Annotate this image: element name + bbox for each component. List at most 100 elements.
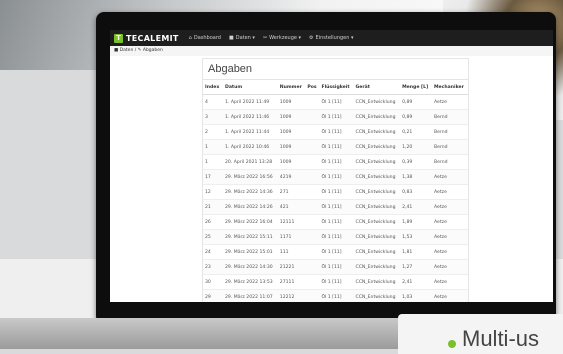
cell-fluessigkeit: Öl 1 [11] xyxy=(319,229,354,245)
cell-index: 29 xyxy=(203,289,223,302)
cell-mechaniker: Aetze xyxy=(431,199,468,215)
col-header-menge[interactable]: Menge [L] xyxy=(400,80,432,95)
col-header-mechaniker[interactable]: Mechaniker xyxy=(431,80,468,95)
cell-index: 1 xyxy=(203,139,223,155)
cell-fluessigkeit: Öl 1 [11] xyxy=(319,259,354,275)
col-header-index[interactable]: Index xyxy=(203,80,223,95)
table-row[interactable]: 3 1. April 2022 11:46 1009 Öl 1 [11] CCN_Ent… xyxy=(203,109,468,125)
cell-nummer: 1009 xyxy=(277,124,306,140)
cell-fluessigkeit: Öl 1 [11] xyxy=(319,214,354,230)
cell-nummer: 1009 xyxy=(277,154,306,170)
brand-logo-icon[interactable]: T xyxy=(114,33,123,43)
cell-fluessigkeit: Öl 1 [11] xyxy=(319,124,354,140)
cell-mechaniker: Bernd xyxy=(431,154,468,170)
cell-menge: 0,89 xyxy=(400,94,432,110)
table-body: 4 1. April 2022 11:49 1009 Öl 1 [11] CCN_Ent… xyxy=(203,94,468,302)
table-row[interactable]: 30 29. März 2022 13:53 27111 Öl 1 [11] CCN_E… xyxy=(203,274,468,290)
breadcrumb[interactable]: ■ Daten / ✎ Abgaben xyxy=(110,46,553,56)
nav-dashboard[interactable]: ⌂ Dashboard xyxy=(189,35,221,41)
brand-name[interactable]: TECALEMIT xyxy=(126,34,179,43)
cell-nummer: 1171 xyxy=(277,229,306,245)
cell-menge: 1,03 xyxy=(400,289,432,302)
cell-geraet: CCN_Entwicklung xyxy=(353,274,401,290)
page-title: Abgaben xyxy=(203,59,468,80)
laptop-base xyxy=(0,318,400,349)
cell-nummer: 1009 xyxy=(277,139,306,155)
col-header-datum[interactable]: Datum xyxy=(223,80,278,95)
cell-datum: 29. März 2022 11:07 xyxy=(223,289,278,302)
cell-pos xyxy=(305,139,320,155)
nav-daten[interactable]: ■ Daten ▾ xyxy=(229,35,255,41)
nav-einstellungen[interactable]: ⚙ Einstellungen ▾ xyxy=(309,35,353,41)
cell-fluessigkeit: Öl 1 [11] xyxy=(319,184,354,200)
cell-nummer: 27111 xyxy=(277,274,306,290)
cell-mechaniker: Aetze xyxy=(431,259,468,275)
cell-menge: 0,21 xyxy=(400,124,432,140)
cell-mechaniker: Bernd xyxy=(431,124,468,140)
tools-icon: ✂ xyxy=(262,35,268,41)
cell-geraet: CCN_Entwicklung xyxy=(353,229,401,245)
table-row[interactable]: 24 29. März 2022 15:01 111 Öl 1 [11] CCN_Ent… xyxy=(203,244,468,260)
cell-pos xyxy=(305,169,320,185)
col-header-geraet[interactable]: Gerät xyxy=(353,80,401,95)
cell-menge: 0,89 xyxy=(400,109,432,125)
cell-fluessigkeit: Öl 1 [11] xyxy=(319,139,354,155)
nav-werkzeuge[interactable]: ✂ Werkzeuge ▾ xyxy=(263,35,301,41)
table-row[interactable]: 21 29. März 2022 14:26 421 Öl 1 [11] CCN_Ent… xyxy=(203,199,468,215)
folder-icon: ■ xyxy=(228,35,234,41)
cell-index: 26 xyxy=(203,214,223,230)
cell-pos xyxy=(305,199,320,215)
cell-mechaniker: Aetze xyxy=(431,184,468,200)
col-header-fluessigkeit[interactable]: Flüssigkeit xyxy=(319,80,354,95)
cell-datum: 29. März 2022 13:53 xyxy=(223,274,278,290)
cell-mechaniker: Aetze xyxy=(431,94,468,110)
table-row[interactable]: 2 1. April 2022 11:44 1009 Öl 1 [11] CCN_Ent… xyxy=(203,124,468,140)
cell-nummer: 12111 xyxy=(277,214,306,230)
cell-fluessigkeit: Öl 1 [11] xyxy=(319,169,354,185)
cell-menge: 1,27 xyxy=(400,259,432,275)
cell-nummer: 1009 xyxy=(277,94,306,110)
table-header-row: Index Datum Nummer Pos Flüssigkeit Gerät… xyxy=(203,80,468,95)
cell-geraet: CCN_Entwicklung xyxy=(353,169,401,185)
cell-pos xyxy=(305,214,320,230)
cell-nummer: 12212 xyxy=(277,289,306,302)
table-row[interactable]: 4 1. April 2022 11:49 1009 Öl 1 [11] CCN_Ent… xyxy=(203,94,468,110)
cell-pos xyxy=(305,94,320,110)
cell-fluessigkeit: Öl 1 [11] xyxy=(319,199,354,215)
cell-datum: 29. März 2022 15:01 xyxy=(223,244,278,260)
table-row[interactable]: 23 29. März 2022 14:30 21221 Öl 1 [11] CCN_E… xyxy=(203,259,468,275)
cell-mechaniker: Aetze xyxy=(431,289,468,302)
cell-index: 23 xyxy=(203,259,223,275)
cell-mechaniker: Aetze xyxy=(431,169,468,185)
cell-datum: 1. April 2022 11:44 xyxy=(223,124,278,140)
cell-menge: 1,38 xyxy=(400,169,432,185)
cell-nummer: 21221 xyxy=(277,259,306,275)
cell-datum: 29. März 2022 14:26 xyxy=(223,199,278,215)
table-row[interactable]: 17 29. März 2022 16:56 4219 Öl 1 [11] CCN_En… xyxy=(203,169,468,185)
cell-datum: 29. März 2022 16:56 xyxy=(223,169,278,185)
nav-werkzeuge-label: Werkzeuge ▾ xyxy=(269,35,302,41)
cell-fluessigkeit: Öl 1 [11] xyxy=(319,109,354,125)
cell-pos xyxy=(305,289,320,302)
table-row[interactable]: 25 29. März 2022 15:11 1171 Öl 1 [11] CCN_En… xyxy=(203,229,468,245)
table-row[interactable]: 26 29. März 2022 16:04 12111 Öl 1 [11] CCN_E… xyxy=(203,214,468,230)
cell-index: 21 xyxy=(203,199,223,215)
col-header-pos[interactable]: Pos xyxy=(305,80,320,95)
table-row[interactable]: 29 29. März 2022 11:07 12212 Öl 1 [11] CCN_E… xyxy=(203,289,468,302)
table-row[interactable]: 1 20. April 2021 13:28 1009 Öl 1 [11] CCN_En… xyxy=(203,154,468,170)
col-header-nummer[interactable]: Nummer xyxy=(277,80,306,95)
cell-datum: 29. März 2022 14:30 xyxy=(223,259,278,275)
nav-einstellungen-label: Einstellungen ▾ xyxy=(315,35,354,41)
cell-pos xyxy=(305,274,320,290)
cell-pos xyxy=(305,244,320,260)
cell-menge: 2,41 xyxy=(400,199,432,215)
cell-mechaniker: Bernd xyxy=(431,139,468,155)
cell-mechaniker: Aetze xyxy=(431,229,468,245)
cell-mechaniker: Aetze xyxy=(431,274,468,290)
table-row[interactable]: 12 29. März 2022 14:36 271 Öl 1 [11] CCN_Ent… xyxy=(203,184,468,200)
cell-menge: 0,83 xyxy=(400,184,432,200)
cell-pos xyxy=(305,124,320,140)
table-row[interactable]: 1 1. April 2022 10:46 1009 Öl 1 [11] CCN_Ent… xyxy=(203,139,468,155)
cell-fluessigkeit: Öl 1 [11] xyxy=(319,154,354,170)
cell-menge: 2,41 xyxy=(400,274,432,290)
